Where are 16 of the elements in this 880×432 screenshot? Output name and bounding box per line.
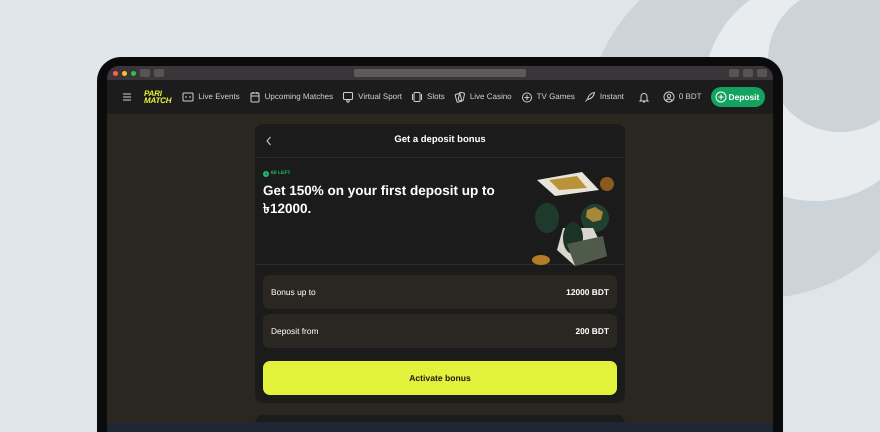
nav-link[interactable]: Live Casino — [454, 91, 512, 103]
nav-link[interactable]: Instant — [584, 91, 624, 103]
card-title: Get a deposit bonus — [393, 133, 487, 148]
nav-link[interactable]: Virtual Sport — [342, 91, 402, 103]
nav-link[interactable]: Live Events — [182, 91, 240, 103]
balance-link[interactable]: 0 BDT — [662, 91, 702, 103]
row-value: 200 BDT — [575, 324, 609, 338]
row-label: Deposit from — [271, 324, 318, 338]
headline: Get 150% on your first deposit up to ৳12000. — [263, 182, 496, 218]
row-label: Bonus up to — [271, 286, 316, 298]
logo[interactable]: PARI MATCH — [144, 90, 172, 104]
nav-link[interactable]: TV Games — [520, 91, 575, 103]
row-value: 12000 BDT — [566, 286, 609, 298]
activate-bonus-button[interactable]: Activate bonus — [263, 361, 617, 395]
nav-link[interactable]: Upcoming Matches — [248, 91, 334, 103]
nav-link[interactable]: Slots — [411, 91, 445, 103]
